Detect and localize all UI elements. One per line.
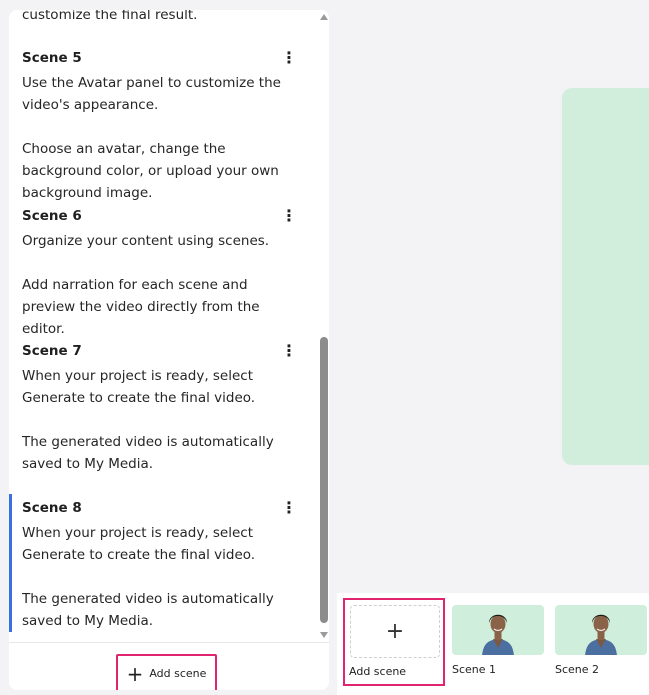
kebab-menu-icon[interactable]: ⋮ <box>279 50 299 66</box>
kebab-menu-icon[interactable]: ⋮ <box>279 208 299 224</box>
scene-title: Scene 6 <box>22 208 82 224</box>
scene-block-5[interactable]: Scene 5 ⋮ Use the Avatar panel to custom… <box>9 44 315 204</box>
scene-title: Scene 5 <box>22 50 82 66</box>
scene-4-text-fragment: customize the final result. <box>22 10 198 23</box>
kebab-menu-icon[interactable]: ⋮ <box>279 500 299 516</box>
scene-list: customize the final result. Scene 5 ⋮ Us… <box>9 10 315 642</box>
scene-thumbnail-2[interactable]: Scene 2 <box>555 605 647 676</box>
scroll-down-arrow-icon[interactable] <box>320 632 328 638</box>
script-panel-footer: + Add scene <box>9 642 329 690</box>
scene-paragraph: Organize your content using scenes. <box>22 233 270 249</box>
scene-title: Scene 7 <box>22 343 82 359</box>
scene-thumbnail-image <box>555 605 647 655</box>
scene-paragraph: Use the Avatar panel to customize the vi… <box>22 75 281 113</box>
scroll-up-arrow-icon[interactable] <box>320 14 328 20</box>
scene-script-text[interactable]: When your project is ready, select Gener… <box>22 522 304 632</box>
scene-thumbnail-label: Scene 2 <box>555 663 600 676</box>
kebab-menu-icon[interactable]: ⋮ <box>279 343 299 359</box>
video-preview-canvas[interactable] <box>562 88 649 465</box>
scene-thumbnail-1[interactable]: Scene 1 <box>452 605 544 676</box>
scene-paragraph: Choose an avatar, change the background … <box>22 141 279 201</box>
scene-block-8[interactable]: Scene 8 ⋮ When your project is ready, se… <box>9 494 315 632</box>
scene-paragraph: When your project is ready, select Gener… <box>22 525 256 563</box>
scene-thumbnail-label: Scene 1 <box>452 663 497 676</box>
scene-script-text[interactable]: Use the Avatar panel to customize the vi… <box>22 72 304 204</box>
scene-list-scrollbar[interactable] <box>318 10 329 642</box>
script-panel: customize the final result. Scene 5 ⋮ Us… <box>9 10 329 690</box>
scene-paragraph: When your project is ready, select Gener… <box>22 368 256 406</box>
avatar-icon <box>482 614 514 655</box>
add-scene-label: Add scene <box>149 667 207 680</box>
scene-script-text[interactable]: When your project is ready, select Gener… <box>22 365 304 475</box>
scene-thumbnail-image <box>452 605 544 655</box>
add-scene-caption: Add scene <box>349 665 407 678</box>
scene-block-6[interactable]: Scene 6 ⋮ Organize your content using sc… <box>9 202 315 340</box>
scene-paragraph: The generated video is automatically sav… <box>22 591 274 629</box>
scene-block-7[interactable]: Scene 7 ⋮ When your project is ready, se… <box>9 337 315 475</box>
avatar-icon <box>585 614 617 655</box>
add-scene-button[interactable]: + Add scene <box>116 654 217 690</box>
scene-paragraph: Add narration for each scene and preview… <box>22 277 260 337</box>
scene-script-text[interactable]: Organize your content using scenes. Add … <box>22 230 304 340</box>
scene-title: Scene 8 <box>22 500 82 516</box>
scene-timeline: + Add scene Scene 1 Scene 2 <box>337 593 649 695</box>
plus-icon: + <box>126 661 144 686</box>
scrollbar-thumb[interactable] <box>320 337 328 623</box>
plus-icon: + <box>350 605 440 658</box>
timeline-add-scene-button[interactable]: + Add scene <box>343 598 445 686</box>
scene-paragraph: The generated video is automatically sav… <box>22 434 274 472</box>
